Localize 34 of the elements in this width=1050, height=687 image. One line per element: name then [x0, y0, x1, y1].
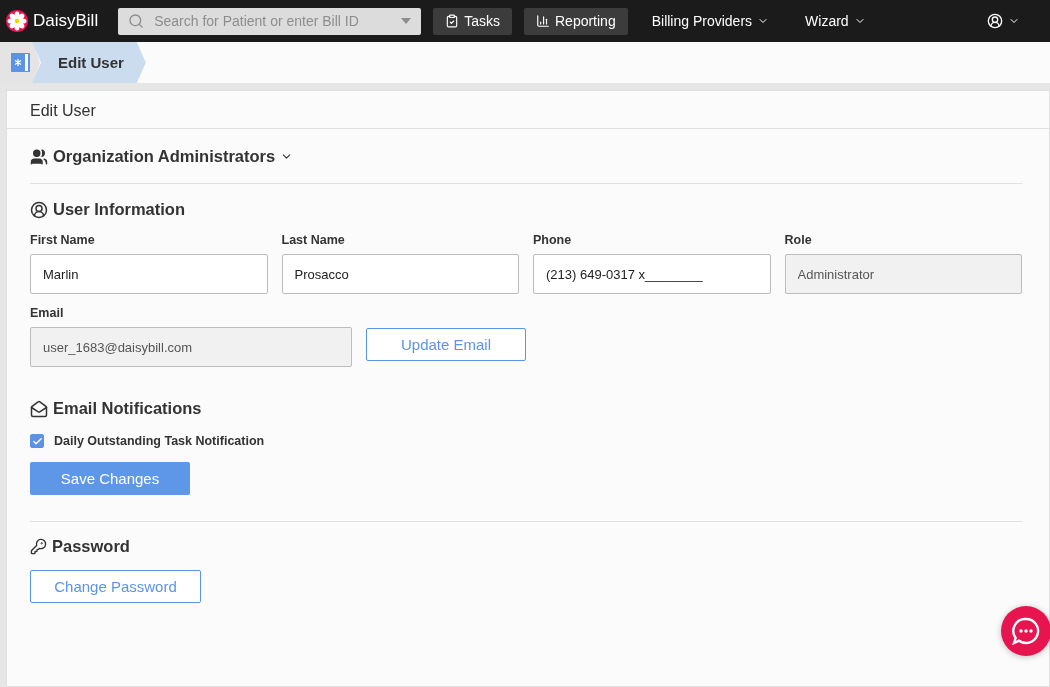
- breadcrumb-home[interactable]: [0, 42, 40, 83]
- nav-menu[interactable]: Billing Providers: [639, 7, 782, 35]
- card-title: Edit User: [30, 102, 96, 119]
- user-icon: [987, 13, 1003, 29]
- nav-button[interactable]: Reporting: [524, 7, 628, 35]
- notebook-icon: [10, 53, 30, 72]
- chat-bubble-icon: [1011, 616, 1041, 646]
- key-icon: [30, 538, 47, 555]
- nav-menu[interactable]: Wizard: [793, 7, 878, 35]
- admins-toggle[interactable]: Organization Administrators: [30, 147, 1022, 166]
- clipboard-icon: [445, 14, 460, 28]
- field-label: First Name: [30, 233, 96, 247]
- daisy-logo-icon: [6, 10, 28, 32]
- field-label: Role: [784, 233, 813, 247]
- user-icon: [30, 200, 48, 219]
- breadcrumb-item[interactable]: Edit User: [32, 42, 146, 83]
- caret-icon: [401, 18, 412, 24]
- bar-chart-icon: [536, 14, 550, 28]
- input-field[interactable]: Prosacco: [281, 254, 519, 294]
- users-icon: [30, 147, 48, 166]
- section-heading: Password: [52, 537, 130, 556]
- field-label: Email: [30, 306, 65, 320]
- input-field[interactable]: Marlin: [30, 254, 268, 294]
- brand-name: DaisyBill: [33, 11, 99, 31]
- field-label: Last Name: [281, 233, 346, 247]
- search-icon: [128, 13, 145, 29]
- field-label: Phone: [533, 233, 573, 247]
- section-heading: User Information: [53, 200, 186, 219]
- nav-button[interactable]: Tasks: [433, 7, 512, 35]
- open-envelope-icon: [30, 399, 48, 418]
- section-heading: Email Notifications: [53, 399, 202, 418]
- checkbox-label: Daily Outstanding Task Notification: [54, 434, 265, 448]
- checkbox[interactable]: [30, 434, 44, 448]
- input-field[interactable]: (213) 649-0317 x________: [533, 254, 771, 294]
